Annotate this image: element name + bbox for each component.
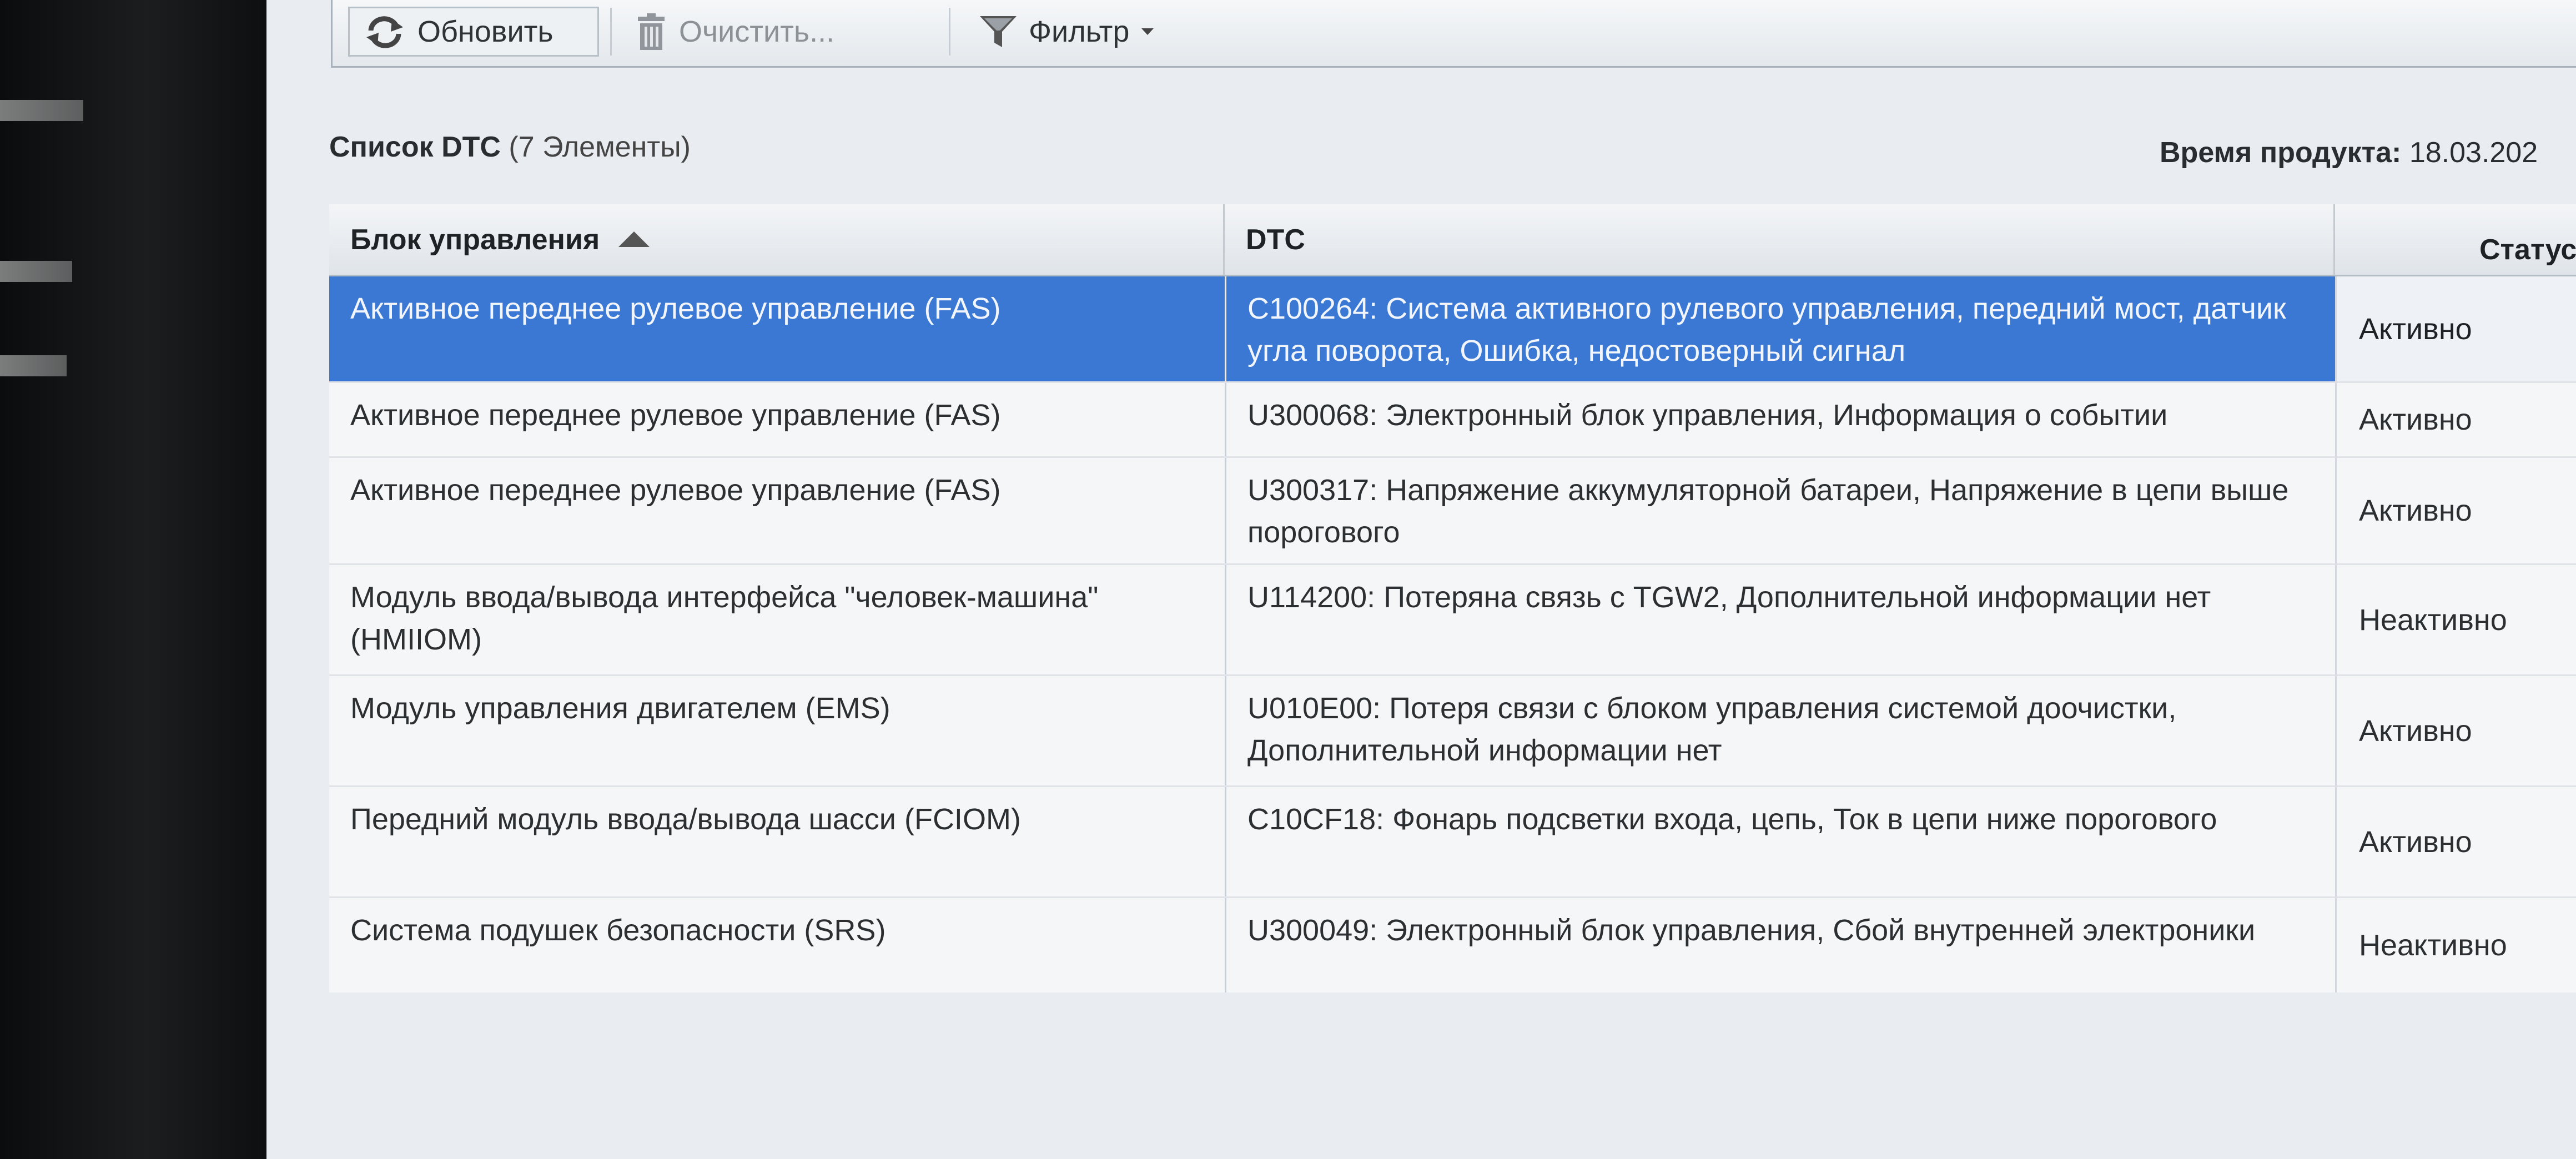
caret-down-icon[interactable] xyxy=(1140,27,1155,36)
dtc-list-count: (7 Элементы) xyxy=(509,131,691,163)
dtc-list-title-text: Список DTC xyxy=(329,131,501,163)
toolbar-separator xyxy=(610,8,612,56)
filter-button[interactable]: Фильтр xyxy=(965,7,1199,57)
table-header: Блок управления DTC Статус xyxy=(329,204,2576,276)
filter-button-label: Фильтр xyxy=(1029,15,1130,48)
clear-button-label: Очистить... xyxy=(679,15,835,48)
column-header-control-unit[interactable]: Блок управления xyxy=(329,204,1225,275)
cell-control-unit: Система подушек безопасности (SRS) xyxy=(350,914,886,947)
cell-control-unit: Передний модуль ввода/вывода шасси (FCIO… xyxy=(350,803,1021,836)
cell-status: Неактивно xyxy=(2335,898,2576,992)
cell-status: Активно xyxy=(2335,458,2576,563)
cell-control-unit: Активное переднее рулевое управление (FA… xyxy=(350,473,1001,507)
cell-status: Активно xyxy=(2335,787,2576,896)
column-header-control-unit-label: Блок управления xyxy=(350,223,600,256)
cell-control-unit: Активное переднее рулевое управление (FA… xyxy=(350,399,1001,432)
product-time-label: Время продукта: xyxy=(2160,137,2402,169)
table-row[interactable]: Модуль управления двигателем (EMS) U010E… xyxy=(329,676,2576,787)
table-row[interactable]: Система подушек безопасности (SRS) U3000… xyxy=(329,898,2576,992)
refresh-arrows-icon xyxy=(363,14,406,49)
column-header-dtc[interactable]: DTC xyxy=(1225,204,2335,275)
refresh-button-label: Обновить xyxy=(417,15,554,48)
cell-dtc: U300049: Электронный блок управления, Сб… xyxy=(1225,898,2335,992)
table-row[interactable]: Передний модуль ввода/вывода шасси (FCIO… xyxy=(329,787,2576,898)
cell-dtc: U114200: Потеряна связь с TGW2, Дополнит… xyxy=(1225,565,2335,674)
dtc-table: Блок управления DTC Статус Активное пере… xyxy=(329,204,2576,992)
sort-ascending-icon xyxy=(616,223,652,256)
table-row[interactable]: Активное переднее рулевое управление (FA… xyxy=(329,383,2576,458)
cell-control-unit: Модуль ввода/вывода интерфейса "человек-… xyxy=(350,581,1099,656)
toolbar: Обновить Очистить... Фильтр xyxy=(331,0,2576,68)
cell-control-unit: Активное переднее рулевое управление (FA… xyxy=(350,292,1001,325)
bezel-reflection xyxy=(0,100,83,121)
cell-control-unit: Модуль управления двигателем (EMS) xyxy=(350,692,890,725)
table-row-selected[interactable]: Активное переднее рулевое управление (FA… xyxy=(329,276,2576,383)
cell-dtc: U010E00: Потеря связи с блоком управлени… xyxy=(1225,676,2335,785)
table-row[interactable]: Активное переднее рулевое управление (FA… xyxy=(329,458,2576,565)
cell-status: Неактивно xyxy=(2335,565,2576,674)
cell-dtc: U300317: Напряжение аккумуляторной батар… xyxy=(1225,458,2335,563)
column-header-status-label: Статус xyxy=(2479,233,2576,266)
clear-button[interactable]: Очистить... xyxy=(621,7,932,57)
cell-status: Активно xyxy=(2335,676,2576,785)
cell-status: Активно xyxy=(2335,276,2576,381)
product-time: Время продукта: 18.03.202 xyxy=(2160,136,2538,169)
column-header-status[interactable]: Статус xyxy=(2335,204,2576,275)
product-time-value: 18.03.202 xyxy=(2409,137,2538,169)
funnel-icon xyxy=(979,14,1018,49)
bezel-reflection xyxy=(0,355,67,376)
monitor-bezel xyxy=(0,0,266,1159)
column-header-dtc-label: DTC xyxy=(1246,223,1305,256)
cell-dtc: C100264: Система активного рулевого упра… xyxy=(1225,276,2335,381)
refresh-button[interactable]: Обновить xyxy=(348,7,599,57)
bezel-reflection xyxy=(0,261,72,282)
cell-status: Активно xyxy=(2335,383,2576,456)
trash-icon xyxy=(635,12,668,51)
table-row[interactable]: Модуль ввода/вывода интерфейса "человек-… xyxy=(329,565,2576,676)
cell-dtc: U300068: Электронный блок управления, Ин… xyxy=(1225,383,2335,456)
application-screen: Обновить Очистить... Фильтр Список DTC (… xyxy=(266,0,2576,1159)
cell-dtc: C10CF18: Фонарь подсветки входа, цепь, Т… xyxy=(1225,787,2335,896)
toolbar-separator xyxy=(949,8,950,56)
dtc-list-title: Список DTC (7 Элементы) xyxy=(329,130,691,164)
